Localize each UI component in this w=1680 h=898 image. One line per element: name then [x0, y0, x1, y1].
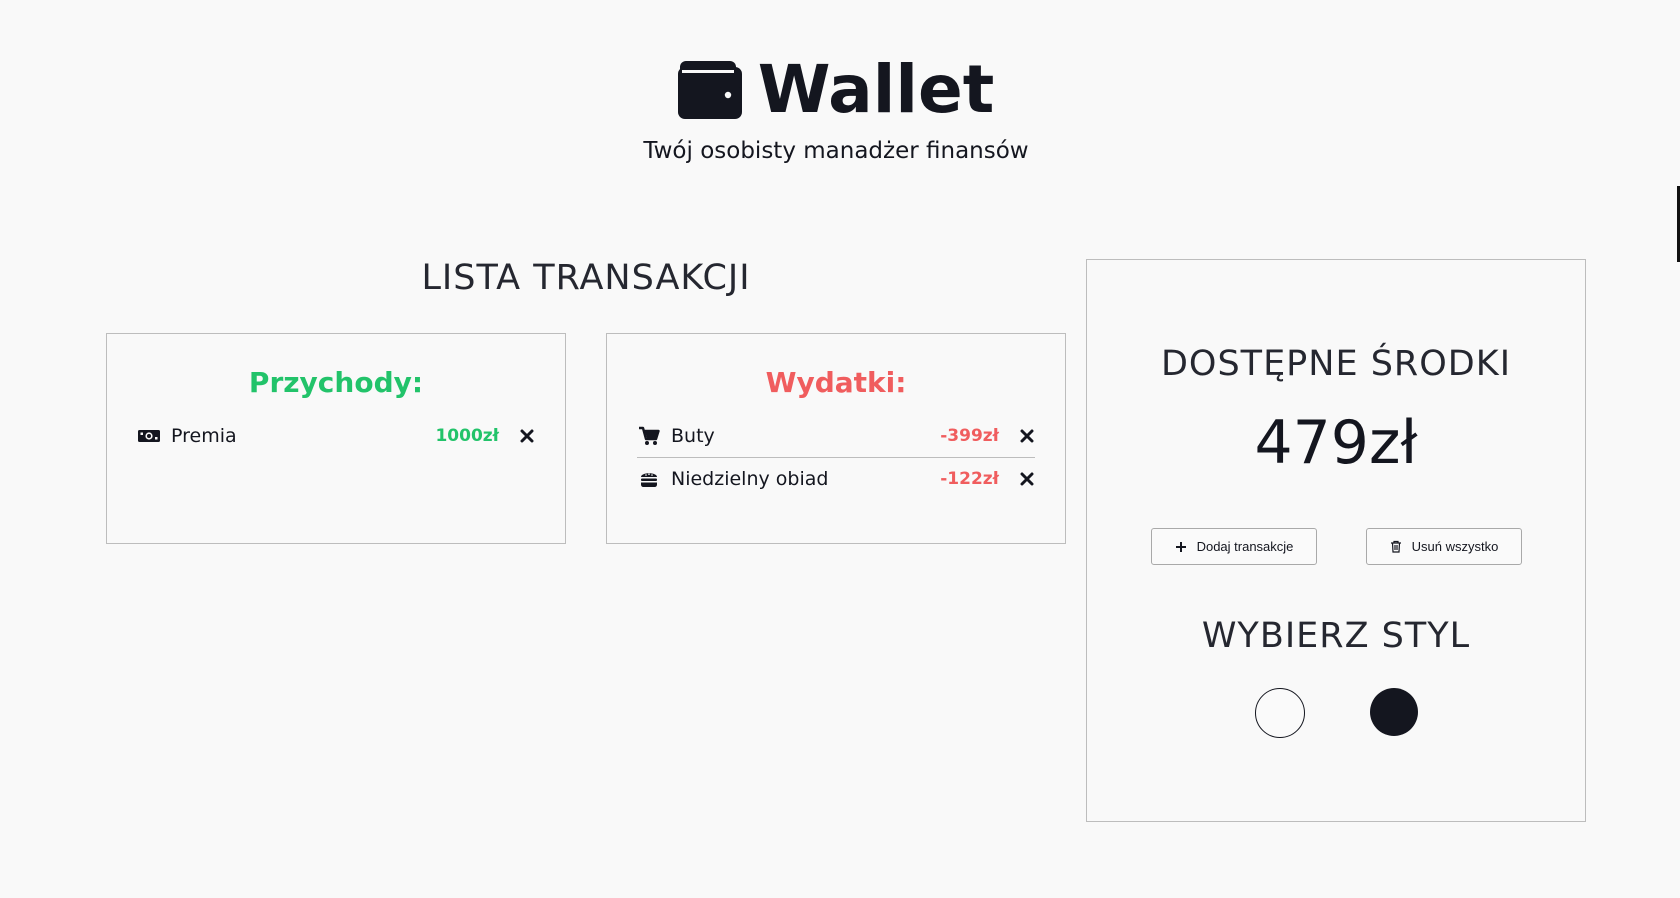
- transaction-amount: -122zł: [940, 469, 999, 489]
- app-title: Wallet: [757, 51, 995, 128]
- expense-row: Niedzielny obiad -122zł: [637, 457, 1035, 500]
- light-style-swatch[interactable]: [1255, 688, 1305, 738]
- wallet-icon: [677, 61, 742, 119]
- trash-icon: [1390, 540, 1401, 553]
- expense-title: Wydatki:: [765, 366, 907, 399]
- delete-icon[interactable]: [519, 428, 535, 444]
- expense-list: Buty -399zł Niedzielny obiad -122zł: [637, 414, 1035, 500]
- income-list: Premia 1000zł: [137, 414, 535, 457]
- app-subtitle: Twój osobisty manadżer finansów: [643, 138, 1029, 164]
- add-transaction-label: Dodaj transakcje: [1196, 539, 1294, 554]
- expense-card: Wydatki: Buty -399zł Niedzielny obiad -1…: [606, 333, 1066, 544]
- money-icon: [137, 426, 161, 446]
- app-header: Wallet Twój osobisty manadżer finansów: [0, 52, 1672, 165]
- add-transaction-button[interactable]: Dodaj transakcje: [1151, 528, 1317, 565]
- summary-panel: DOSTĘPNE ŚRODKI 479zł Dodaj transakcje U…: [1086, 259, 1586, 822]
- transaction-name: Buty: [671, 424, 715, 447]
- income-row: Premia 1000zł: [137, 414, 535, 457]
- transaction-amount: -399zł: [940, 425, 999, 446]
- expense-row: Buty -399zł: [637, 414, 1035, 457]
- income-card: Przychody: Premia 1000zł: [106, 333, 566, 544]
- transactions-heading: LISTA TRANSAKCJI: [421, 258, 751, 298]
- funds-heading: DOSTĘPNE ŚRODKI: [1160, 344, 1512, 384]
- delete-icon[interactable]: [1019, 471, 1035, 487]
- plus-icon: [1175, 541, 1186, 552]
- transaction-name: Premia: [171, 424, 237, 447]
- shopping-cart-icon: [637, 426, 661, 446]
- transaction-name: Niedzielny obiad: [671, 468, 829, 490]
- style-heading: WYBIERZ STYL: [1201, 616, 1471, 656]
- balance-value: 479zł: [1254, 408, 1418, 478]
- delete-all-label: Usuń wszystko: [1411, 539, 1499, 554]
- hamburger-icon: [637, 469, 661, 489]
- income-title: Przychody:: [248, 366, 424, 399]
- delete-icon[interactable]: [1019, 428, 1035, 444]
- delete-all-button[interactable]: Usuń wszystko: [1366, 528, 1522, 565]
- dark-style-swatch[interactable]: [1370, 688, 1418, 736]
- title-row: Wallet: [0, 52, 1672, 128]
- transaction-amount: 1000zł: [435, 425, 499, 446]
